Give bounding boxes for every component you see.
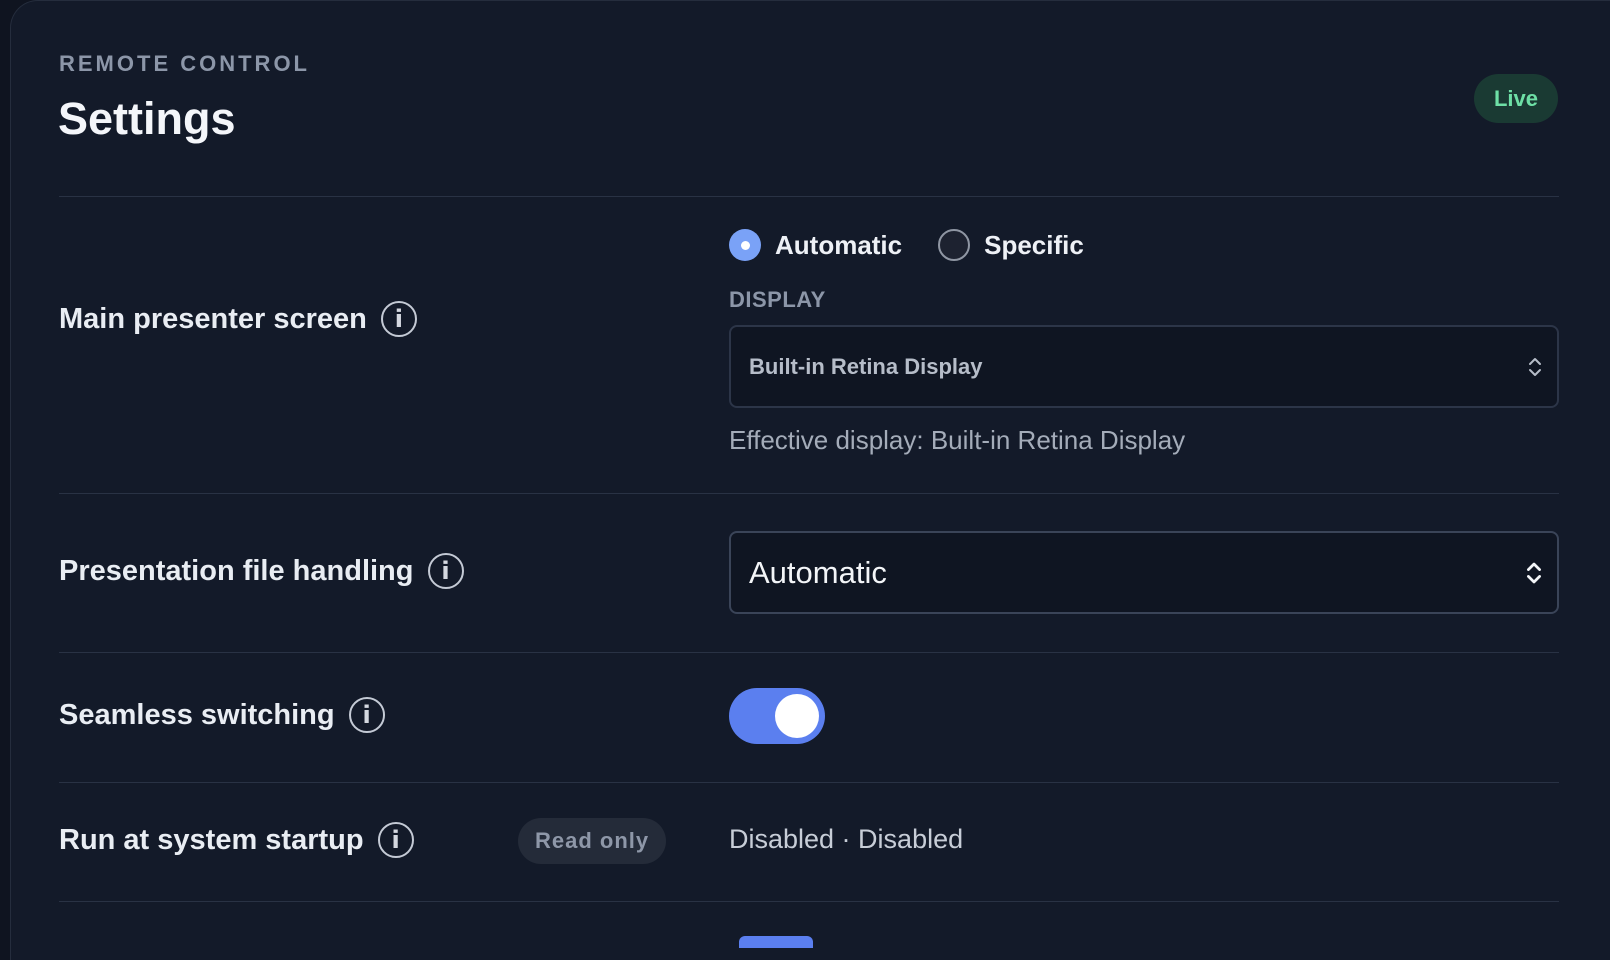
info-icon[interactable]: i — [427, 553, 464, 589]
effective-display-hint: Effective display: Built-in Retina Displ… — [729, 425, 1186, 455]
radio-selected-icon[interactable] — [729, 229, 761, 261]
divider — [59, 196, 1559, 197]
seamless-switching-row-label: Seamless switching i — [59, 697, 385, 733]
divider — [59, 652, 1559, 653]
info-icon[interactable]: i — [348, 697, 385, 733]
presentation-file-handling-row-label: Presentation file handling i — [59, 553, 464, 589]
presentation-file-handling-value: Automatic — [749, 554, 887, 590]
run-at-startup-label: Run at system startup — [59, 823, 364, 856]
radio-unselected-icon[interactable] — [938, 229, 971, 261]
seamless-switching-toggle[interactable] — [729, 688, 825, 744]
next-row-toggle[interactable] — [739, 936, 813, 948]
presentation-file-handling-label: Presentation file handling — [59, 554, 414, 587]
display-select[interactable]: Built-in Retina Display — [729, 325, 1559, 408]
settings-panel: REMOTE CONTROL Settings Live Main presen… — [10, 0, 1610, 960]
chevron-up-down-icon — [1529, 357, 1541, 376]
divider — [59, 901, 1559, 902]
section-eyebrow: REMOTE CONTROL — [59, 51, 310, 76]
presenter-screen-radio-group: Automatic Specific — [729, 229, 1120, 261]
read-only-badge: Read only — [518, 818, 667, 864]
toggle-knob — [775, 694, 819, 738]
info-icon[interactable]: i — [377, 822, 414, 858]
run-at-startup-value: Disabled · Disabled — [729, 824, 964, 854]
display-field-label: DISPLAY — [729, 287, 826, 312]
info-icon[interactable]: i — [380, 301, 417, 337]
divider — [59, 493, 1559, 494]
radio-automatic[interactable]: Automatic — [729, 229, 902, 261]
presentation-file-handling-select[interactable]: Automatic — [729, 531, 1559, 614]
main-presenter-screen-label: Main presenter screen — [59, 302, 367, 335]
radio-specific-label: Specific — [984, 229, 1084, 260]
radio-specific[interactable]: Specific — [938, 229, 1084, 261]
page-title: Settings — [58, 93, 236, 144]
seamless-switching-label: Seamless switching — [59, 698, 335, 731]
chevron-up-down-icon — [1527, 562, 1541, 583]
display-select-value: Built-in Retina Display — [749, 353, 983, 379]
radio-automatic-label: Automatic — [775, 229, 903, 260]
run-at-startup-row-label: Run at system startup i — [59, 822, 414, 858]
live-status-badge: Live — [1473, 74, 1558, 123]
main-presenter-screen-row-label: Main presenter screen i — [59, 301, 417, 337]
divider — [59, 782, 1559, 783]
